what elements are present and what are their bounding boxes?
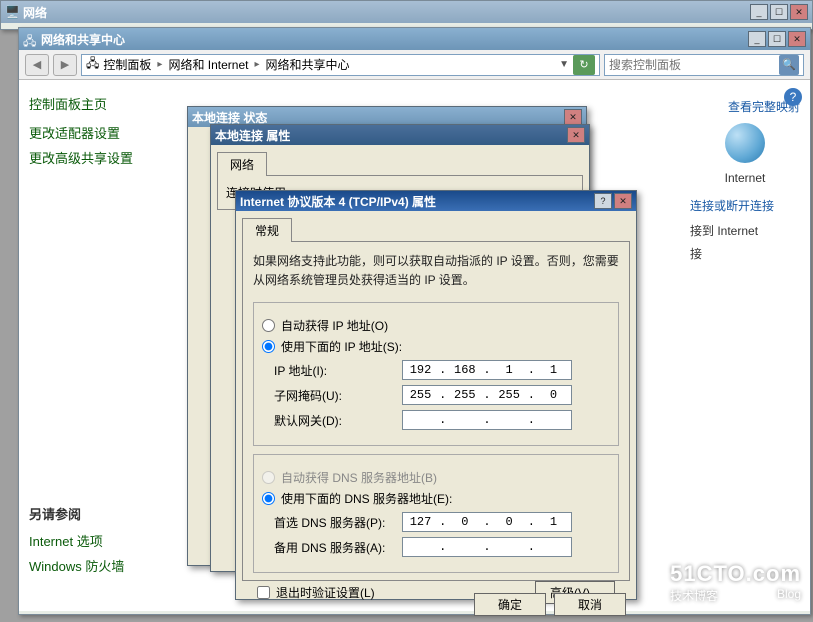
radio-manual-ip[interactable] bbox=[262, 340, 275, 353]
close-button[interactable]: ✕ bbox=[790, 4, 808, 20]
access-internet-text: 接到 Internet bbox=[690, 222, 800, 239]
see-also-firewall[interactable]: Windows 防火墙 bbox=[29, 556, 124, 575]
internet-globe-icon bbox=[725, 123, 765, 163]
sidebar-link-adapter[interactable]: 更改适配器设置 bbox=[29, 123, 194, 142]
close-button[interactable]: ✕ bbox=[788, 31, 806, 47]
watermark-sm2: Blog bbox=[777, 587, 801, 604]
radio-manual-ip-label: 使用下面的 IP 地址(S): bbox=[281, 338, 402, 355]
address-bar[interactable]: 🖧 控制面板▸ 网络和 Internet▸ 网络和共享中心 ▼ ↻ bbox=[81, 54, 600, 76]
tab-network[interactable]: 网络 bbox=[217, 152, 267, 176]
network-icon: 🖥️ bbox=[5, 5, 19, 19]
ipv4-description: 如果网络支持此功能，则可以获取自动指派的 IP 设置。否则，您需要从网络系统管理… bbox=[253, 252, 619, 290]
view-full-map-link[interactable]: 查看完整映射 bbox=[690, 98, 800, 115]
tab-general[interactable]: 常规 bbox=[242, 218, 292, 242]
access-lan-text: 接 bbox=[690, 245, 800, 262]
nsc-icon: 🖧 bbox=[23, 32, 37, 46]
checkbox-validate-label: 退出时验证设置(L) bbox=[276, 584, 375, 601]
label-ip: IP 地址(I): bbox=[262, 362, 402, 379]
input-dns1[interactable]: . . . bbox=[402, 512, 572, 532]
watermark-sm1: 技术博客 bbox=[670, 587, 718, 604]
titlebar-lan-props: 本地连接 属性 ✕ bbox=[211, 125, 589, 145]
toolbar: ◀ ▶ 🖧 控制面板▸ 网络和 Internet▸ 网络和共享中心 ▼ ↻ 🔍 bbox=[19, 50, 810, 80]
see-also-heading: 另请参阅 bbox=[29, 504, 124, 523]
input-ip[interactable]: . . . bbox=[402, 360, 572, 380]
breadcrumb-1[interactable]: 网络和 Internet bbox=[168, 56, 248, 73]
radio-auto-ip-label: 自动获得 IP 地址(O) bbox=[281, 317, 388, 334]
breadcrumb-0[interactable]: 控制面板 bbox=[103, 56, 151, 73]
help-icon[interactable]: ? bbox=[784, 88, 802, 106]
close-button[interactable]: ✕ bbox=[564, 109, 582, 125]
address-icon: 🖧 bbox=[86, 54, 99, 75]
ok-button[interactable]: 确定 bbox=[474, 593, 546, 616]
input-dns2[interactable]: . . . bbox=[402, 537, 572, 557]
watermark-big: 51CTO.com bbox=[670, 561, 801, 587]
maximize-button[interactable]: ☐ bbox=[768, 31, 786, 47]
close-button[interactable]: ✕ bbox=[567, 127, 585, 143]
dialog-ipv4-properties: Internet 协议版本 4 (TCP/IPv4) 属性 ? ✕ 常规 如果网… bbox=[235, 190, 637, 600]
nav-forward-button[interactable]: ▶ bbox=[53, 54, 77, 76]
label-dns2: 备用 DNS 服务器(A): bbox=[262, 539, 402, 556]
window-nsc-title: 网络和共享中心 bbox=[41, 31, 748, 48]
radio-manual-dns[interactable] bbox=[262, 492, 275, 505]
see-also-internet-options[interactable]: Internet 选项 bbox=[29, 531, 124, 550]
minimize-button[interactable]: _ bbox=[750, 4, 768, 20]
connect-disconnect-link[interactable]: 连接或断开连接 bbox=[690, 197, 800, 214]
minimize-button[interactable]: _ bbox=[748, 31, 766, 47]
ipv4-title: Internet 协议版本 4 (TCP/IPv4) 属性 bbox=[240, 193, 594, 210]
sidebar: 控制面板主页 更改适配器设置 更改高级共享设置 另请参阅 Internet 选项… bbox=[19, 80, 204, 611]
titlebar-nsc: 🖧 网络和共享中心 _ ☐ ✕ bbox=[19, 28, 810, 50]
dns-group: 自动获得 DNS 服务器地址(B) 使用下面的 DNS 服务器地址(E): 首选… bbox=[253, 454, 619, 573]
label-gateway: 默认网关(D): bbox=[262, 412, 402, 429]
radio-manual-dns-label: 使用下面的 DNS 服务器地址(E): bbox=[281, 490, 452, 507]
lan-props-title: 本地连接 属性 bbox=[215, 127, 567, 144]
maximize-button[interactable]: ☐ bbox=[770, 4, 788, 20]
sidebar-home-link[interactable]: 控制面板主页 bbox=[29, 94, 194, 113]
search-icon[interactable]: 🔍 bbox=[779, 55, 799, 75]
lan-status-title: 本地连接 状态 bbox=[192, 109, 564, 126]
search-input[interactable] bbox=[609, 58, 779, 72]
close-button[interactable]: ✕ bbox=[614, 193, 632, 209]
nav-back-button[interactable]: ◀ bbox=[25, 54, 49, 76]
right-pane: 查看完整映射 Internet 连接或断开连接 接到 Internet 接 bbox=[680, 80, 810, 611]
cancel-button[interactable]: 取消 bbox=[554, 593, 626, 616]
sidebar-link-sharing[interactable]: 更改高级共享设置 bbox=[29, 148, 194, 167]
input-mask[interactable]: . . . bbox=[402, 385, 572, 405]
window-network: 🖥️ 网络 _ ☐ ✕ bbox=[0, 0, 813, 30]
refresh-button[interactable]: ↻ bbox=[573, 55, 595, 75]
watermark: 51CTO.com 技术博客 Blog bbox=[670, 561, 801, 604]
ip-group: 自动获得 IP 地址(O) 使用下面的 IP 地址(S): IP 地址(I): … bbox=[253, 302, 619, 446]
radio-auto-ip[interactable] bbox=[262, 319, 275, 332]
radio-auto-dns bbox=[262, 471, 275, 484]
label-dns1: 首选 DNS 服务器(P): bbox=[262, 514, 402, 531]
checkbox-validate[interactable] bbox=[257, 586, 270, 599]
titlebar-network: 🖥️ 网络 _ ☐ ✕ bbox=[1, 1, 812, 23]
address-dropdown-icon[interactable]: ▼ bbox=[559, 59, 569, 70]
help-button[interactable]: ? bbox=[594, 193, 612, 209]
search-box[interactable]: 🔍 bbox=[604, 54, 804, 76]
label-mask: 子网掩码(U): bbox=[262, 387, 402, 404]
radio-auto-dns-label: 自动获得 DNS 服务器地址(B) bbox=[281, 469, 437, 486]
internet-label: Internet bbox=[690, 171, 800, 185]
window-network-title: 网络 bbox=[23, 4, 750, 21]
titlebar-ipv4: Internet 协议版本 4 (TCP/IPv4) 属性 ? ✕ bbox=[236, 191, 636, 211]
breadcrumb-2[interactable]: 网络和共享中心 bbox=[266, 56, 350, 73]
input-gateway[interactable]: . . . bbox=[402, 410, 572, 430]
